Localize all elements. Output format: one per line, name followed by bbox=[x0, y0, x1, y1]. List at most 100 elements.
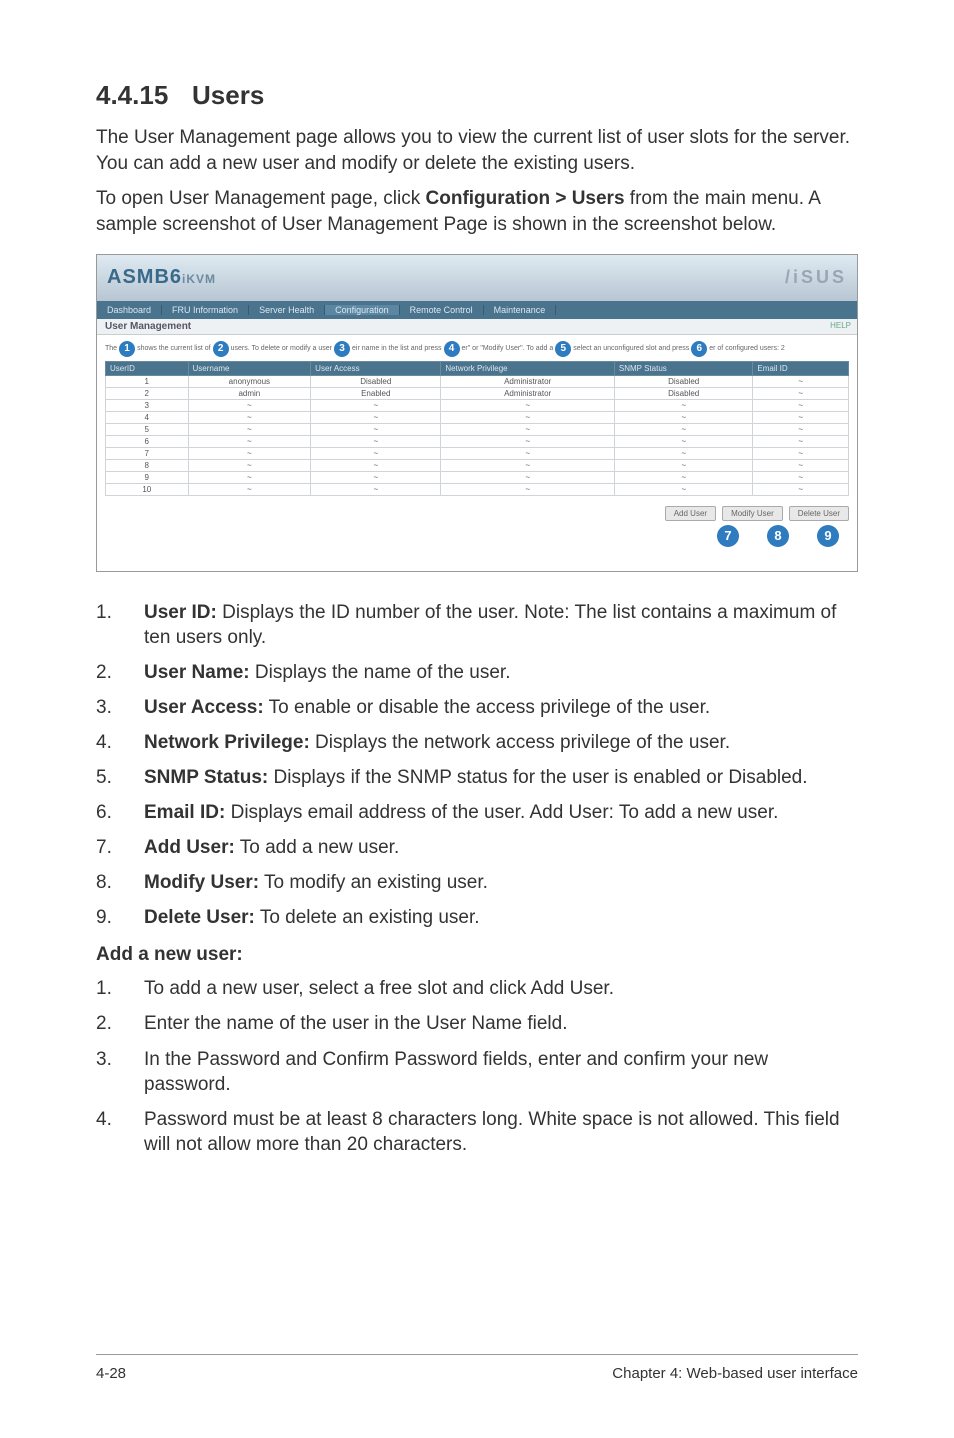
table-cell: ~ bbox=[614, 483, 753, 495]
table-cell: ~ bbox=[614, 423, 753, 435]
table-cell: 10 bbox=[106, 483, 189, 495]
product-brand: ASMB6iKVM bbox=[107, 266, 216, 289]
table-cell: ~ bbox=[311, 471, 441, 483]
list-number: 6. bbox=[96, 800, 144, 825]
table-cell: 3 bbox=[106, 399, 189, 411]
screenshot-panel: ASMB6iKVM /iSUS Dashboard FRU Informatio… bbox=[96, 254, 858, 572]
list-number: 2. bbox=[96, 1011, 144, 1036]
table-row[interactable]: 5~~~~~ bbox=[106, 423, 849, 435]
table-row[interactable]: 1anonymousDisabledAdministratorDisabled~ bbox=[106, 375, 849, 387]
table-cell: ~ bbox=[441, 471, 615, 483]
table-cell: ~ bbox=[614, 399, 753, 411]
tab-fru-info[interactable]: FRU Information bbox=[162, 305, 249, 315]
list-item: 7.Add User: To add a new user. bbox=[96, 835, 858, 860]
table-cell: ~ bbox=[753, 459, 849, 471]
tab-server-health[interactable]: Server Health bbox=[249, 305, 325, 315]
nav-tabs: Dashboard FRU Information Server Health … bbox=[97, 301, 857, 319]
list-text: User Name: Displays the name of the user… bbox=[144, 660, 858, 685]
table-cell: Disabled bbox=[614, 375, 753, 387]
table-cell: ~ bbox=[753, 375, 849, 387]
help-link[interactable]: HELP bbox=[830, 321, 851, 330]
callout-8: 8 bbox=[767, 525, 789, 547]
list-text: Modify User: To modify an existing user. bbox=[144, 870, 858, 895]
page-footer: 4-28 Chapter 4: Web-based user interface bbox=[96, 1354, 858, 1382]
list-label: SNMP Status: bbox=[144, 767, 268, 788]
table-cell: ~ bbox=[188, 447, 311, 459]
table-cell: ~ bbox=[311, 483, 441, 495]
list-item: 2.Enter the name of the user in the User… bbox=[96, 1011, 858, 1036]
users-table: UserID Username User Access Network Priv… bbox=[105, 361, 849, 496]
table-cell: ~ bbox=[441, 447, 615, 459]
table-row[interactable]: 7~~~~~ bbox=[106, 447, 849, 459]
list-item: 1.To add a new user, select a free slot … bbox=[96, 976, 858, 1001]
section-heading: 4.4.15Users bbox=[96, 80, 858, 111]
list-number: 9. bbox=[96, 905, 144, 930]
breadcrumb: Configuration > Users bbox=[426, 188, 625, 209]
table-row[interactable]: 9~~~~~ bbox=[106, 471, 849, 483]
tab-remote-control[interactable]: Remote Control bbox=[400, 305, 484, 315]
table-cell: Administrator bbox=[441, 375, 615, 387]
delete-user-button[interactable]: Delete User bbox=[789, 506, 849, 521]
list-number: 1. bbox=[96, 600, 144, 650]
table-cell: ~ bbox=[441, 411, 615, 423]
add-user-heading: Add a new user: bbox=[96, 944, 858, 966]
list-label: Modify User: bbox=[144, 872, 259, 893]
table-row[interactable]: 10~~~~~ bbox=[106, 483, 849, 495]
tab-configuration[interactable]: Configuration bbox=[325, 305, 400, 315]
table-row[interactable]: 3~~~~~ bbox=[106, 399, 849, 411]
table-cell: ~ bbox=[188, 459, 311, 471]
table-row[interactable]: 2adminEnabledAdministratorDisabled~ bbox=[106, 387, 849, 399]
col-emailid[interactable]: Email ID bbox=[753, 361, 849, 375]
col-username[interactable]: Username bbox=[188, 361, 311, 375]
list-label: Add User: bbox=[144, 837, 235, 858]
callout-4: 4 bbox=[444, 341, 460, 357]
table-cell: Administrator bbox=[441, 387, 615, 399]
list-number: 1. bbox=[96, 976, 144, 1001]
table-cell: ~ bbox=[614, 435, 753, 447]
list-label: User Access: bbox=[144, 697, 264, 718]
table-cell: ~ bbox=[614, 459, 753, 471]
col-userid[interactable]: UserID bbox=[106, 361, 189, 375]
table-cell: Disabled bbox=[311, 375, 441, 387]
list-text: Add User: To add a new user. bbox=[144, 835, 858, 860]
table-header-row: UserID Username User Access Network Priv… bbox=[106, 361, 849, 375]
table-cell: ~ bbox=[753, 423, 849, 435]
modify-user-button[interactable]: Modify User bbox=[722, 506, 783, 521]
callout-1: 1 bbox=[119, 341, 135, 357]
table-cell: ~ bbox=[311, 399, 441, 411]
col-useraccess[interactable]: User Access bbox=[311, 361, 441, 375]
list-number: 3. bbox=[96, 695, 144, 720]
table-cell: ~ bbox=[753, 483, 849, 495]
list-label: User Name: bbox=[144, 662, 250, 683]
list-text: Network Privilege: Displays the network … bbox=[144, 730, 858, 755]
tab-maintenance[interactable]: Maintenance bbox=[484, 305, 557, 315]
list-text: Enter the name of the user in the User N… bbox=[144, 1011, 858, 1036]
list-item: 6.Email ID: Displays email address of th… bbox=[96, 800, 858, 825]
table-cell: ~ bbox=[188, 411, 311, 423]
col-networkpriv[interactable]: Network Privilege bbox=[441, 361, 615, 375]
callout-9: 9 bbox=[817, 525, 839, 547]
table-row[interactable]: 4~~~~~ bbox=[106, 411, 849, 423]
table-row[interactable]: 8~~~~~ bbox=[106, 459, 849, 471]
list-number: 2. bbox=[96, 660, 144, 685]
list-item: 2.User Name: Displays the name of the us… bbox=[96, 660, 858, 685]
tab-dashboard[interactable]: Dashboard bbox=[97, 305, 162, 315]
list-text: Password must be at least 8 characters l… bbox=[144, 1107, 858, 1157]
table-cell: 6 bbox=[106, 435, 189, 447]
callout-3: 3 bbox=[334, 341, 350, 357]
table-cell: ~ bbox=[753, 411, 849, 423]
list-text: SNMP Status: Displays if the SNMP status… bbox=[144, 765, 858, 790]
list-number: 7. bbox=[96, 835, 144, 860]
list-item: 3.User Access: To enable or disable the … bbox=[96, 695, 858, 720]
footer-pagenum: 4-28 bbox=[96, 1365, 126, 1382]
table-row[interactable]: 6~~~~~ bbox=[106, 435, 849, 447]
table-cell: ~ bbox=[753, 471, 849, 483]
add-user-button[interactable]: Add User bbox=[665, 506, 716, 521]
list-number: 5. bbox=[96, 765, 144, 790]
col-snmpstatus[interactable]: SNMP Status bbox=[614, 361, 753, 375]
table-cell: ~ bbox=[753, 447, 849, 459]
table-cell: ~ bbox=[188, 435, 311, 447]
table-cell: ~ bbox=[441, 483, 615, 495]
callout-6: 6 bbox=[691, 341, 707, 357]
steps-list: 1.To add a new user, select a free slot … bbox=[96, 976, 858, 1156]
